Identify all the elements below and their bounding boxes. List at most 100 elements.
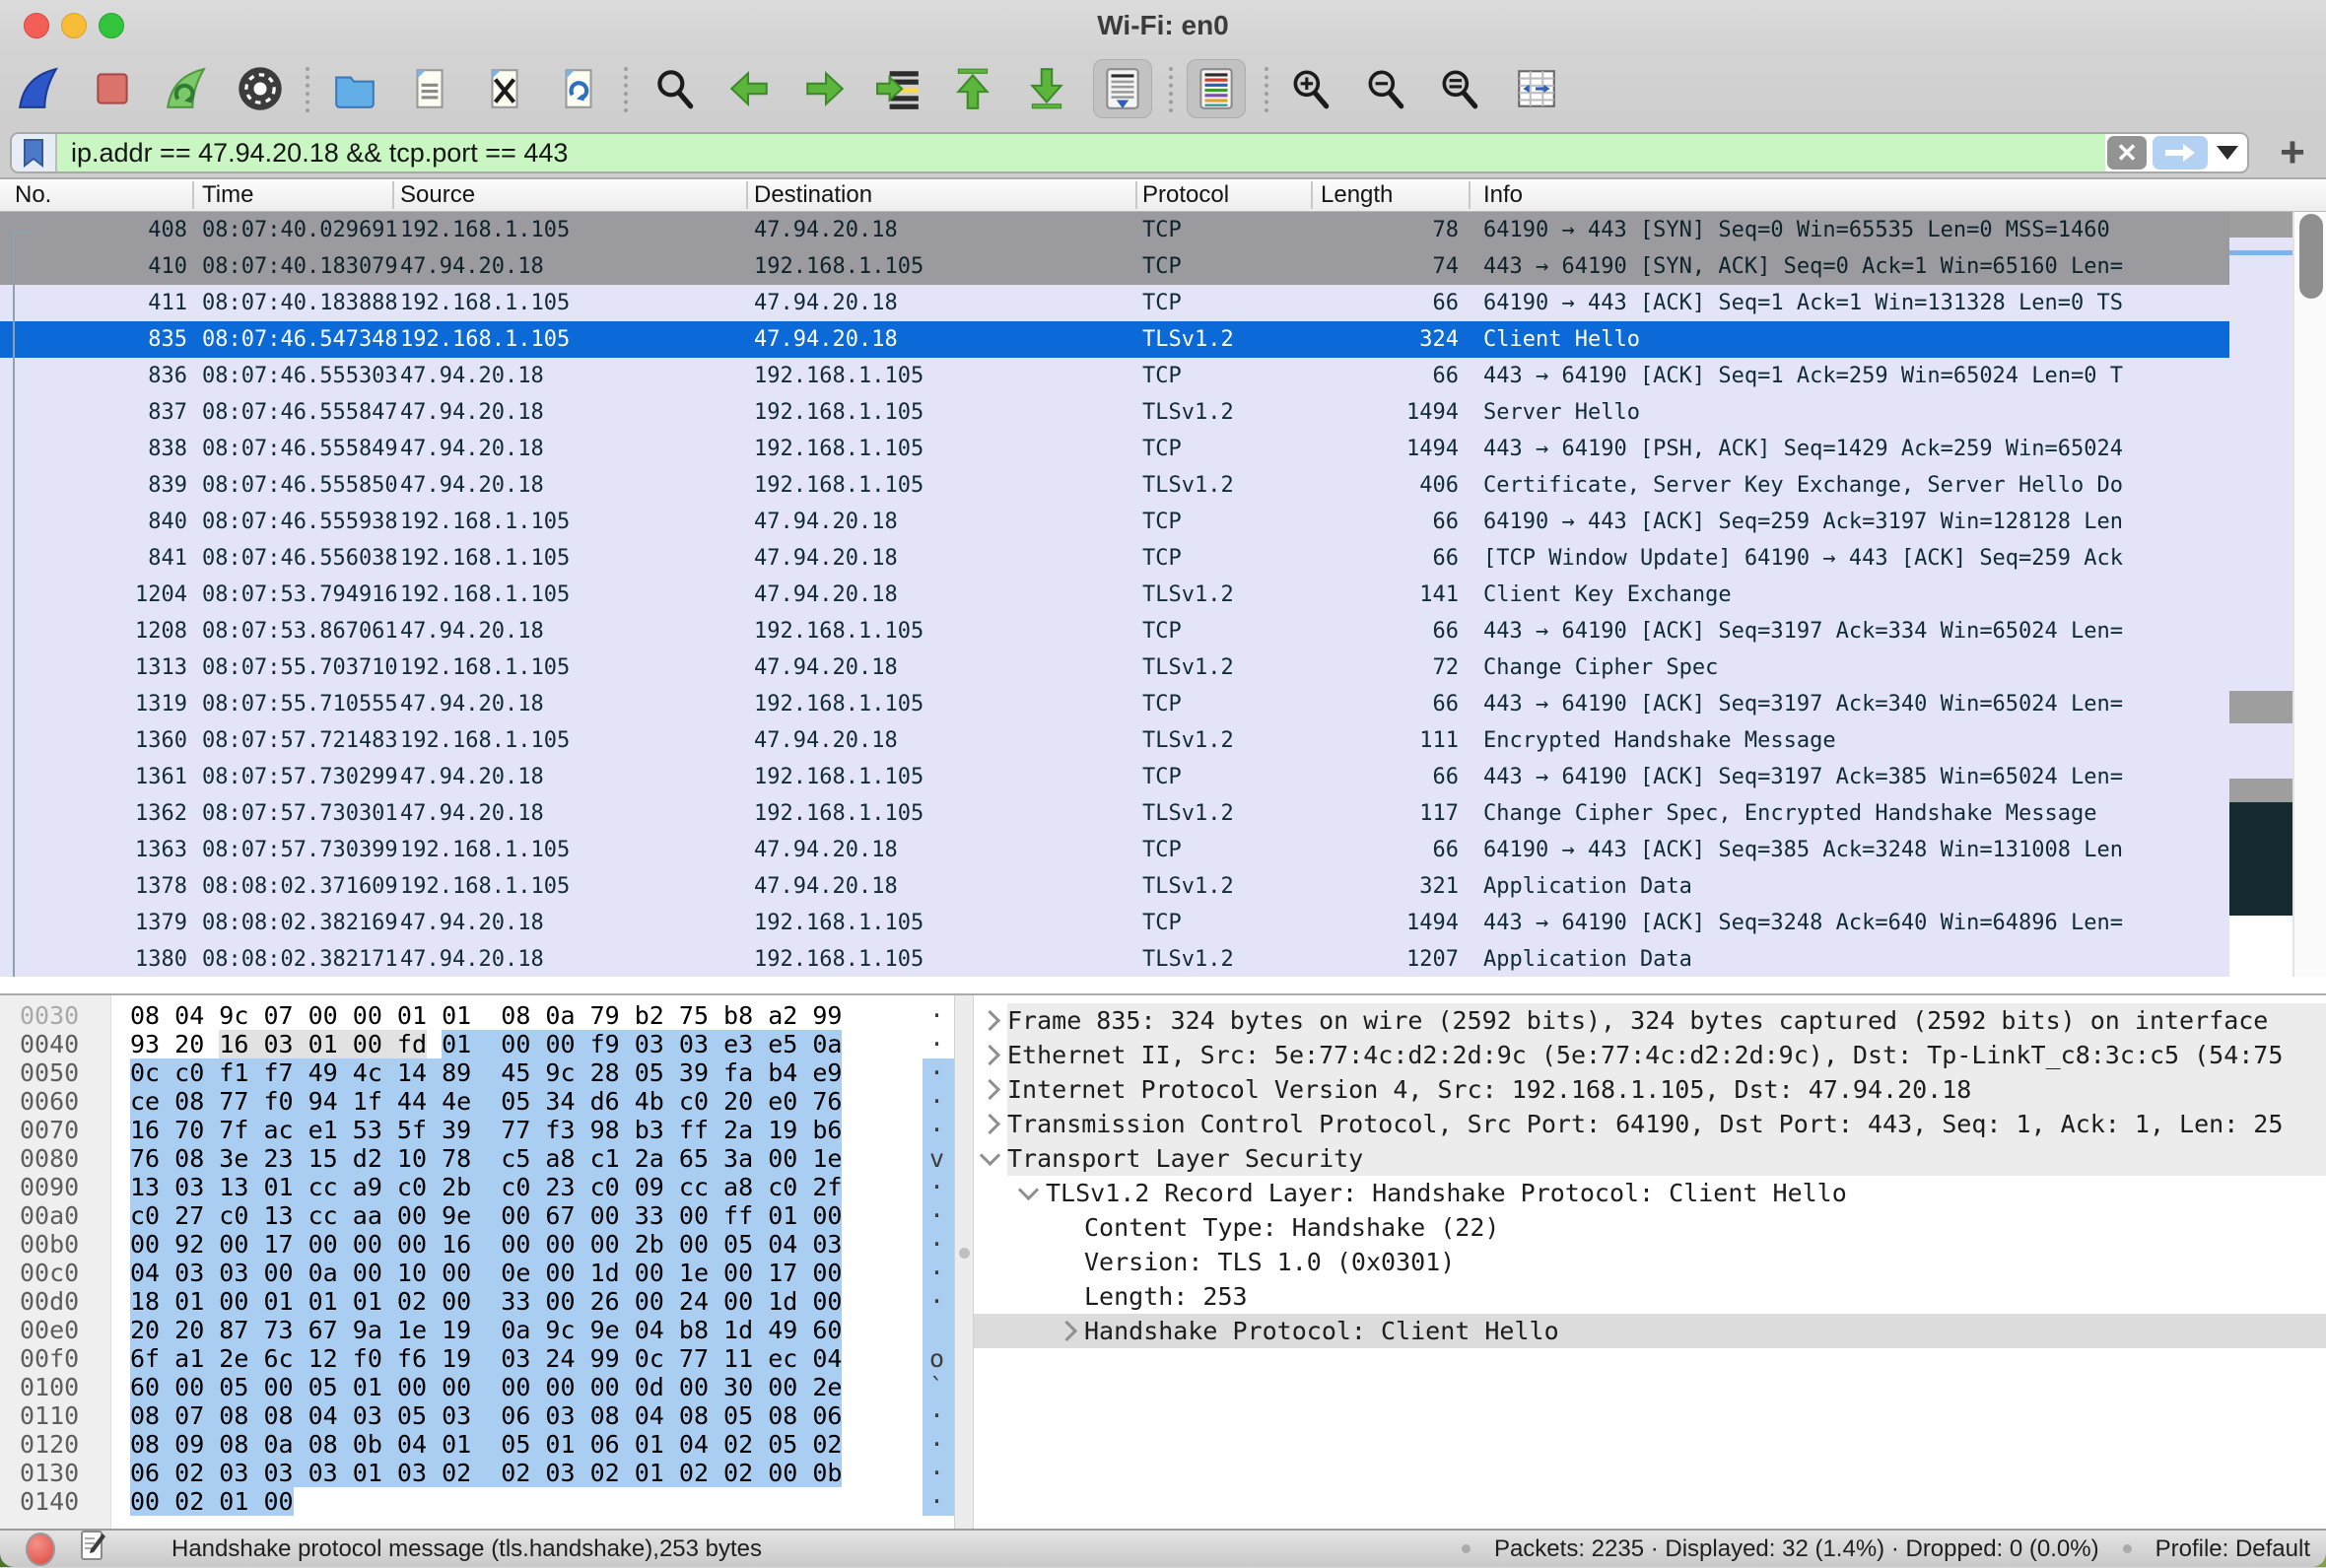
chevron-down-icon[interactable]: [980, 1145, 1000, 1166]
hex-row[interactable]: 009013 03 13 01 cc a9 c0 2b c0 23 c0 09 …: [0, 1173, 954, 1201]
packet-row[interactable]: 120408:07:53.794916192.168.1.10547.94.20…: [0, 577, 2229, 613]
hex-row[interactable]: 004093 20 16 03 01 00 fd 01 00 00 f9 03 …: [0, 1030, 954, 1058]
expander-chevron-icon[interactable]: [974, 1038, 1007, 1072]
column-header-time[interactable]: Time: [202, 181, 253, 209]
hex-row[interactable]: 012008 09 08 0a 08 0b 04 01 05 01 06 01 …: [0, 1430, 954, 1459]
packet-row[interactable]: 137808:08:02.371609192.168.1.10547.94.20…: [0, 868, 2229, 905]
packet-list-scrollbar[interactable]: [2292, 212, 2326, 977]
expert-info-icon[interactable]: [26, 1533, 55, 1566]
filter-add-button[interactable]: +: [2267, 130, 2318, 175]
status-profile[interactable]: Profile: Default: [2155, 1535, 2310, 1563]
capture-stop-icon[interactable]: [83, 59, 142, 118]
last-packet-icon[interactable]: [1017, 59, 1076, 118]
packet-list-scrollbar-thumb[interactable]: [2299, 214, 2323, 299]
expander-chevron-icon[interactable]: [974, 1176, 1046, 1210]
hex-row[interactable]: 008076 08 3e 23 15 d2 10 78 c5 a8 c1 2a …: [0, 1144, 954, 1173]
close-file-icon[interactable]: [475, 59, 534, 118]
chevron-down-icon[interactable]: [1018, 1180, 1039, 1200]
capture-comment-icon[interactable]: [79, 1530, 106, 1568]
zoom-in-icon[interactable]: [1281, 59, 1340, 118]
packet-row[interactable]: 136308:07:57.730399192.168.1.10547.94.20…: [0, 832, 2229, 868]
column-header-protocol[interactable]: Protocol: [1142, 181, 1229, 209]
packet-bytes-pane[interactable]: 003008 04 9c 07 00 00 01 01 08 0a 79 b2 …: [0, 995, 954, 1529]
hex-row[interactable]: 00500c c0 f1 f7 49 4c 14 89 45 9c 28 05 …: [0, 1058, 954, 1087]
capture-options-gear-icon[interactable]: [231, 59, 290, 118]
hex-row[interactable]: 003008 04 9c 07 00 00 01 01 08 0a 79 b2 …: [0, 1001, 954, 1030]
column-header-no[interactable]: No.: [15, 181, 51, 209]
intelligent-scrollbar-minimap[interactable]: [2229, 212, 2292, 977]
packet-row[interactable]: 41108:07:40.183888192.168.1.10547.94.20.…: [0, 285, 2229, 321]
open-file-folder-icon[interactable]: [325, 59, 384, 118]
display-filter-field[interactable]: ip.addr == 47.94.20.18 && tcp.port == 44…: [10, 132, 2249, 173]
detail-row[interactable]: Transport Layer Security: [974, 1141, 2326, 1176]
packet-row[interactable]: 84108:07:46.556038192.168.1.10547.94.20.…: [0, 540, 2229, 577]
filter-apply-icon[interactable]: [2153, 136, 2208, 170]
expander-chevron-icon[interactable]: [974, 1072, 1007, 1107]
detail-row[interactable]: Content Type: Handshake (22): [974, 1210, 2326, 1245]
first-packet-icon[interactable]: [943, 59, 1002, 118]
packet-row[interactable]: 83808:07:46.55584947.94.20.18192.168.1.1…: [0, 431, 2229, 467]
expander-chevron-icon[interactable]: [974, 1003, 1007, 1038]
filter-bookmark-icon[interactable]: [12, 134, 57, 171]
chevron-right-icon[interactable]: [980, 1010, 1000, 1031]
hex-row[interactable]: 00f06f a1 2e 6c 12 f0 f6 19 03 24 99 0c …: [0, 1344, 954, 1373]
column-header-destination[interactable]: Destination: [754, 181, 872, 209]
packet-row[interactable]: 83608:07:46.55530347.94.20.18192.168.1.1…: [0, 358, 2229, 394]
column-separator[interactable]: [746, 181, 748, 209]
expander-chevron-icon[interactable]: [974, 1314, 1084, 1348]
detail-row[interactable]: Transmission Control Protocol, Src Port:…: [974, 1107, 2326, 1141]
next-packet-icon[interactable]: [795, 59, 855, 118]
chevron-right-icon[interactable]: [980, 1045, 1000, 1065]
previous-packet-icon[interactable]: [719, 59, 779, 118]
hex-row[interactable]: 0060ce 08 77 f0 94 1f 44 4e 05 34 d6 4b …: [0, 1087, 954, 1116]
detail-row[interactable]: TLSv1.2 Record Layer: Handshake Protocol…: [974, 1176, 2326, 1210]
hex-row[interactable]: 007016 70 7f ac e1 53 5f 39 77 f3 98 b3 …: [0, 1116, 954, 1144]
packet-row[interactable]: 120808:07:53.86706147.94.20.18192.168.1.…: [0, 613, 2229, 649]
reload-file-icon[interactable]: [549, 59, 608, 118]
packet-row[interactable]: 84008:07:46.555938192.168.1.10547.94.20.…: [0, 504, 2229, 540]
hex-row[interactable]: 013006 02 03 03 03 01 03 02 02 03 02 01 …: [0, 1459, 954, 1487]
packet-row[interactable]: 136008:07:57.721483192.168.1.10547.94.20…: [0, 722, 2229, 759]
packet-row[interactable]: 83908:07:46.55585047.94.20.18192.168.1.1…: [0, 467, 2229, 504]
resize-columns-icon[interactable]: [1507, 59, 1566, 118]
detail-row[interactable]: Length: 253: [974, 1279, 2326, 1314]
hex-row[interactable]: 010060 00 05 00 05 01 00 00 00 00 00 0d …: [0, 1373, 954, 1401]
column-header-length[interactable]: Length: [1321, 181, 1393, 209]
zoom-out-icon[interactable]: [1356, 59, 1415, 118]
chevron-right-icon[interactable]: [1057, 1321, 1077, 1341]
detail-row[interactable]: Version: TLS 1.0 (0x0301): [974, 1245, 2326, 1279]
find-packet-magnifier-icon[interactable]: [646, 59, 705, 118]
hex-row[interactable]: 00a0c0 27 c0 13 cc aa 00 9e 00 67 00 33 …: [0, 1201, 954, 1230]
display-filter-input[interactable]: ip.addr == 47.94.20.18 && tcp.port == 44…: [57, 134, 2105, 171]
chevron-right-icon[interactable]: [980, 1114, 1000, 1134]
packet-row[interactable]: 138008:08:02.38217147.94.20.18192.168.1.…: [0, 941, 2229, 977]
hex-row[interactable]: 011008 07 08 08 04 03 05 03 06 03 08 04 …: [0, 1401, 954, 1430]
detail-row[interactable]: Frame 835: 324 bytes on wire (2592 bits)…: [974, 1003, 2326, 1038]
detail-row[interactable]: Ethernet II, Src: 5e:77:4c:d2:2d:9c (5e:…: [974, 1038, 2326, 1072]
packet-row[interactable]: 136208:07:57.73030147.94.20.18192.168.1.…: [0, 795, 2229, 832]
packet-row[interactable]: 40808:07:40.029691192.168.1.10547.94.20.…: [0, 212, 2229, 248]
expander-chevron-icon[interactable]: [974, 1107, 1007, 1141]
zoom-reset-icon[interactable]: [1430, 59, 1489, 118]
chevron-right-icon[interactable]: [980, 1079, 1000, 1100]
expander-chevron-icon[interactable]: [974, 1141, 1007, 1176]
packet-row[interactable]: 83508:07:46.547348192.168.1.10547.94.20.…: [0, 321, 2229, 358]
column-header-source[interactable]: Source: [400, 181, 475, 209]
filter-clear-icon[interactable]: ✕: [2107, 136, 2147, 170]
packet-row[interactable]: 136108:07:57.73029947.94.20.18192.168.1.…: [0, 759, 2229, 795]
column-separator[interactable]: [1469, 181, 1471, 209]
pane-splitter[interactable]: [954, 995, 974, 1529]
packet-row[interactable]: 83708:07:46.55584747.94.20.18192.168.1.1…: [0, 394, 2229, 431]
column-separator[interactable]: [1311, 181, 1313, 209]
capture-restart-icon[interactable]: [156, 59, 215, 118]
hex-row[interactable]: 00d018 01 00 01 01 01 02 00 33 00 26 00 …: [0, 1287, 954, 1316]
go-to-packet-icon[interactable]: [869, 59, 928, 118]
column-separator[interactable]: [392, 181, 394, 209]
hex-row[interactable]: 014000 02 01 00: [0, 1487, 954, 1516]
hex-row[interactable]: 00e020 20 87 73 67 9a 1e 19 0a 9c 9e 04 …: [0, 1316, 954, 1344]
pane-splitter-handle[interactable]: [959, 1248, 970, 1259]
column-separator[interactable]: [1135, 181, 1137, 209]
save-file-icon[interactable]: [400, 59, 459, 118]
detail-row[interactable]: Handshake Protocol: Client Hello: [974, 1314, 2326, 1348]
packet-row[interactable]: 137908:08:02.38216947.94.20.18192.168.1.…: [0, 905, 2229, 941]
